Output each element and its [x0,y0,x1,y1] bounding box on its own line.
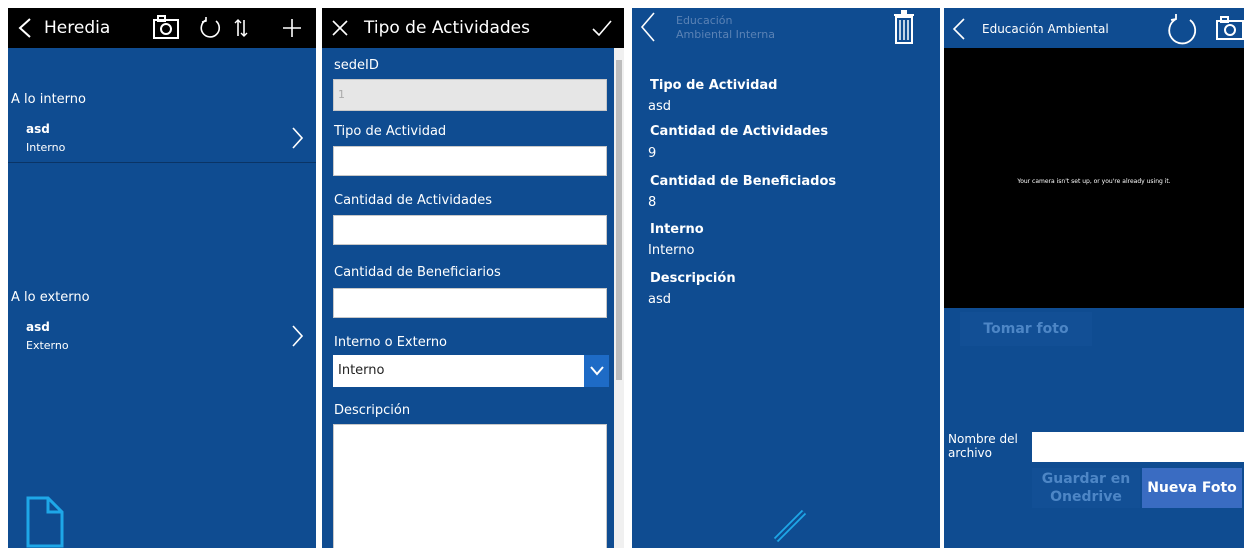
edit-pencil-icon[interactable] [772,508,808,544]
back-icon[interactable] [18,18,32,38]
desc-textarea[interactable] [333,424,607,548]
trash-icon[interactable] [894,10,914,44]
browse-topbar: Heredia [8,8,316,48]
detail-label: Cantidad de Actividades [650,124,829,139]
camera-topbar: Educación Ambiental [944,8,1244,48]
edit-screen: Tipo de Actividades sedeID 1 Tipo de Act… [322,8,624,548]
camera-title: Educación Ambiental [982,22,1109,36]
detail-value: asd [648,292,671,307]
save-onedrive-button[interactable]: Guardar en Onedrive [1032,468,1140,508]
save-onedrive-line: Onedrive [1050,489,1122,505]
detail-screen: Educación Ambiental Interna Tipo de Acti… [632,8,940,548]
edit-title: Tipo de Actividades [364,18,530,38]
sede-label: sedeID [334,58,379,73]
group-label-interno: A lo interno [11,92,86,107]
detail-value: 9 [648,146,657,161]
sede-input: 1 [333,79,607,111]
new-photo-button[interactable]: Nueva Foto [1142,468,1242,508]
browse-title: Heredia [44,18,111,38]
cant-ben-input[interactable] [333,288,607,318]
detail-header-line: Ambiental Interna [676,28,775,41]
detail-topbar: Educación Ambiental Interna [632,8,940,48]
list-item-subtitle: Externo [26,339,69,352]
int-ext-dropdown[interactable]: Interno [333,355,609,387]
filename-label-line: Nombre del [948,432,1018,446]
refresh-icon[interactable] [198,16,222,40]
take-photo-button[interactable]: Tomar foto [960,312,1092,346]
detail-label: Descripción [650,271,736,286]
cant-ben-label: Cantidad de Beneficiarios [334,265,501,280]
refresh-icon[interactable] [1166,12,1198,46]
tipo-input[interactable] [333,146,607,176]
back-icon[interactable] [952,18,966,40]
int-ext-label: Interno o Externo [334,335,448,350]
detail-label: Tipo de Actividad [650,78,778,93]
tipo-label: Tipo de Actividad [334,124,447,139]
close-icon[interactable] [332,20,348,36]
group-label-externo: A lo externo [11,290,90,305]
scrollbar[interactable] [614,48,624,548]
int-ext-value: Interno [338,363,385,378]
browse-screen: Heredia A lo interno asd Interno A lo ex… [8,8,316,548]
cant-act-input[interactable] [333,215,607,245]
list-item-title: asd [26,122,50,136]
list-item[interactable]: asd Externo [8,314,316,366]
detail-value: asd [648,99,671,114]
chevron-down-icon [590,366,604,376]
save-onedrive-line: Guardar en [1041,471,1131,487]
list-item-subtitle: Interno [26,141,66,154]
document-icon [26,496,64,548]
detail-value: 8 [648,195,657,210]
detail-label: Interno [650,222,704,237]
back-icon[interactable] [640,12,656,42]
list-item[interactable]: asd Interno [8,116,316,168]
dropdown-button[interactable] [584,355,609,387]
edit-topbar: Tipo de Actividades [322,8,624,48]
camera-icon[interactable] [153,15,179,39]
filename-input[interactable] [1032,432,1244,462]
desc-label: Descripción [334,403,411,418]
camera-icon[interactable] [1216,16,1244,40]
cant-act-label: Cantidad de Actividades [334,193,493,208]
add-icon[interactable] [282,18,302,38]
chevron-right-icon[interactable] [291,325,303,347]
detail-value: Interno [648,243,695,258]
detail-header-line: Educación [676,14,733,27]
list-item-title: asd [26,320,50,334]
sort-icon[interactable] [234,18,248,38]
filename-label-line: archivo [948,446,993,460]
divider [8,162,316,163]
scrollbar-thumb[interactable] [616,60,622,380]
camera-view[interactable]: Your camera isn't set up, or you're alre… [944,48,1244,308]
detail-label: Cantidad de Beneficiados [650,174,837,189]
filename-label: Nombre del archivo [948,432,1018,460]
camera-screen: Educación Ambiental Your camera isn't se… [944,8,1244,548]
check-icon[interactable] [592,20,612,36]
camera-message: Your camera isn't set up, or you're alre… [1017,178,1171,185]
chevron-right-icon[interactable] [291,127,303,149]
detail-header: Educación Ambiental Interna [676,14,775,42]
